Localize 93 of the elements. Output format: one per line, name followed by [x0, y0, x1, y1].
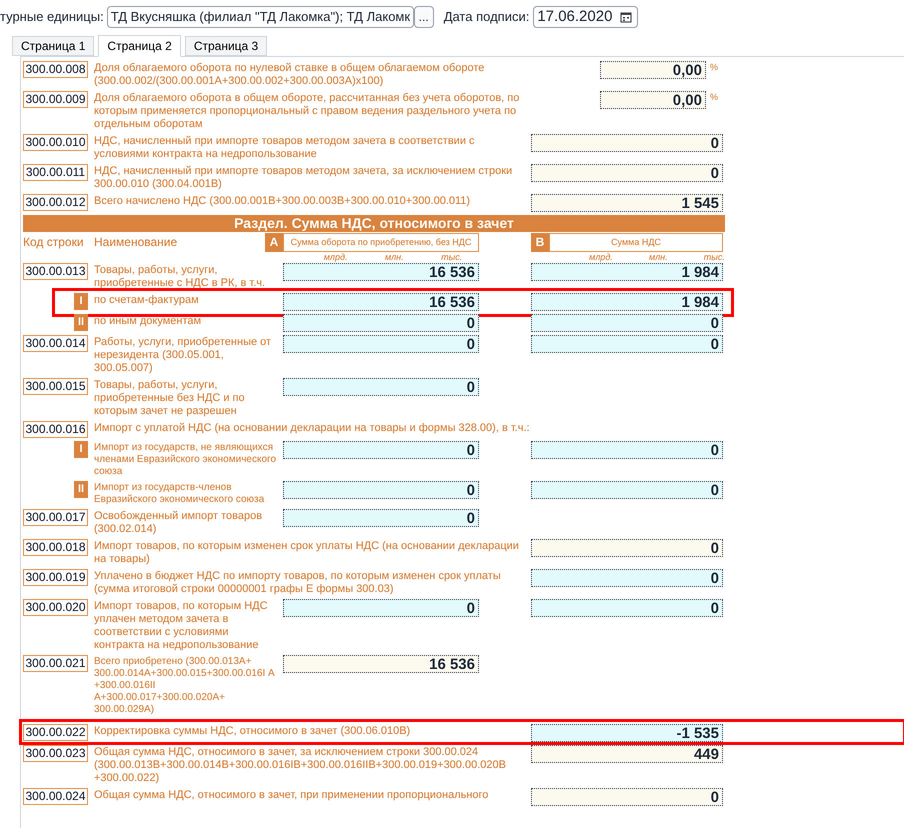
row-name: Работы, услуги, приобретенные от нерезидента (300.05.001, 300.05.007)	[93, 335, 272, 375]
row-code: 300.00.010	[23, 134, 88, 151]
amount-field[interactable]: 16 536	[283, 293, 479, 311]
amount-field[interactable]: 0	[531, 441, 723, 459]
row-code: 300.00.016	[23, 421, 88, 438]
row-name: Товары, работы, услуги, приобретенные с НДС в РК, в т.ч.	[93, 263, 266, 290]
amount-field[interactable]: 0	[531, 569, 723, 587]
row-code: 300.00.024	[23, 788, 88, 805]
field-label: турные единицы:	[0, 8, 104, 26]
row-name: Общая сумма НДС, относимого в зачет, при применении пропорционального	[93, 788, 490, 803]
unit-label: млрд.	[589, 252, 613, 263]
amount-field[interactable]: 0	[283, 599, 479, 617]
row-name: Освобожденный импорт товаров (300.02.014)	[93, 509, 264, 536]
amount-field[interactable]: 0	[531, 314, 723, 332]
column-heading: Сумма НДС	[549, 232, 723, 252]
column-heading: Наименование	[93, 234, 178, 251]
row-name: по счетам-фактурам	[93, 293, 200, 308]
row-name: Корректировка суммы НДС, относимого в зачет (300.06.010В)	[93, 724, 412, 739]
unit-label: млрд.	[324, 252, 348, 263]
amount-field[interactable]: 1 984	[531, 293, 723, 311]
row-name: Импорт товаров, по которым НДС уплачен методом зачета в соответствии с условиями контракта на недропользование	[93, 599, 269, 652]
row-name: Уплачено в бюджет НДС по импорту товаров, по которым изменен срок уплаты (сумма итоговой строки 00000001 графы Е формы 300.03)	[93, 569, 502, 596]
unit-label: тыс.	[441, 252, 462, 263]
amount-field[interactable]: 0	[283, 481, 479, 499]
row-name: Импорт с уплатой НДС (на основании декларации на товары и формы 328.00), в т.ч.:	[93, 421, 531, 436]
amount-field[interactable]: 1 984	[531, 263, 723, 281]
organization-field[interactable]: ТД Вкусняшка (филиал "ТД Лакомка"); ТД Лакомк	[106, 6, 414, 28]
column-letter: A	[265, 232, 283, 252]
amount-field[interactable]: 16 536	[283, 263, 479, 281]
amount-field[interactable]: 1 545	[531, 194, 723, 212]
amount-field[interactable]: 0	[531, 788, 723, 806]
amount-field[interactable]: 0,00	[600, 91, 706, 109]
row-marker: II	[74, 481, 88, 498]
row-name: Всего начислено НДС (300.00.001В+300.00.003В+300.00.010+300.00.011)	[93, 194, 472, 209]
amount-field[interactable]: 0	[531, 481, 723, 499]
row-code: 300.00.013	[23, 263, 88, 280]
row-code: 300.00.012	[23, 194, 88, 211]
row-code: 300.00.020	[23, 599, 88, 616]
tab[interactable]: Страница 3	[184, 36, 268, 56]
row-name: Всего приобретено (300.00.013А+ 300.00.014А+300.00.015+300.00.016I А +300.00.016II А+300.00.017+300.00.020А+ 300.00.029А)	[93, 655, 276, 716]
date-field[interactable]: 17.06.2020	[533, 6, 638, 28]
row-marker: II	[74, 314, 88, 331]
column-letter: B	[531, 232, 549, 252]
row-code: 300.00.017	[23, 509, 88, 526]
column-heading: Код строки	[23, 234, 85, 251]
row-code: 300.00.018	[23, 539, 88, 556]
row-marker: I	[74, 441, 88, 458]
row-code: 300.00.011	[23, 164, 88, 181]
row-name: Товары, работы, услуги, приобретенные без НДС и по которым зачет не разрешен	[93, 378, 246, 418]
row-code: 300.00.022	[23, 724, 88, 741]
amount-field[interactable]: 0	[283, 335, 479, 353]
row-marker: I	[74, 293, 88, 310]
row-name: Общая сумма НДС, относимого в зачет, за исключением строки 300.00.024 (300.00.013В+300.00.014В+300.00.016IВ+300.00.016IIВ+300.00.019+300.00.020В +300.00.022)	[93, 745, 507, 785]
tab[interactable]: Страница 1	[12, 36, 94, 56]
more-button[interactable]: ...	[414, 6, 434, 28]
row-code: 300.00.014	[23, 335, 88, 352]
amount-field[interactable]: 0	[531, 164, 723, 182]
amount-field[interactable]: 0	[531, 539, 723, 557]
unit-label: %	[710, 61, 720, 74]
amount-field[interactable]: 0	[283, 509, 479, 527]
row-code: 300.00.023	[23, 745, 88, 762]
row-code: 300.00.015	[23, 378, 88, 395]
amount-field[interactable]: -1 535	[531, 724, 723, 742]
row-name: Импорт товаров, по которым изменен срок уплаты НДС (на основании декларации на товары)	[93, 539, 520, 566]
row-code: 300.00.019	[23, 569, 88, 586]
amount-field[interactable]: 0	[531, 134, 723, 152]
amount-field[interactable]: 0	[531, 599, 723, 617]
row-code: 300.00.009	[23, 91, 88, 108]
row-name: Доля облагаемого оборота по нулевой ставке в общем облагаемом обороте (300.00.002/(300.00.001А+300.00.002+300.00.003А)х100)	[93, 61, 486, 88]
calendar-icon[interactable]	[620, 11, 632, 23]
row-name: Импорт из государств-членов Евразийского экономического союза	[93, 481, 266, 506]
amount-field[interactable]: 0	[283, 441, 479, 459]
date-label: Дата подписи:	[444, 8, 530, 26]
row-name: НДС, начисленный при импорте товаров методом зачета, за исключением строки 300.00.010 (300.04.001В)	[93, 164, 514, 191]
tab[interactable]: Страница 2	[98, 35, 181, 57]
row-name: НДС, начисленный при импорте товаров методом зачета в соответствии с условиями контракта на недропользование	[93, 134, 476, 161]
unit-label: млн.	[384, 252, 404, 263]
row-code: 300.00.021	[23, 655, 88, 672]
amount-field[interactable]: 0	[283, 314, 479, 332]
amount-field[interactable]: 16 536	[283, 655, 479, 673]
unit-label: тыс.	[704, 252, 725, 263]
amount-field[interactable]: 0	[283, 378, 479, 396]
row-name: по иным документам	[93, 314, 202, 329]
row-name: Доля облагаемого оборота в общем обороте, рассчитанная без учета оборотов, по которым применяется пропорциональный с правом ведения раздельного учета по отдельным оборотам	[93, 91, 520, 131]
column-heading: Сумма оборота по приобретению, без НДС	[283, 232, 479, 252]
unit-label: млн.	[648, 252, 668, 263]
amount-field[interactable]: 449	[531, 745, 723, 763]
row-code: 300.00.008	[23, 61, 88, 78]
unit-label: %	[710, 91, 720, 104]
amount-field[interactable]: 0,00	[600, 61, 706, 79]
amount-field[interactable]: 0	[531, 335, 723, 353]
row-name: Импорт из государств, не являющихся членами Евразийского экономического союза	[93, 441, 278, 478]
section-header: Раздел. Сумма НДС, относимого в зачет	[23, 215, 725, 232]
